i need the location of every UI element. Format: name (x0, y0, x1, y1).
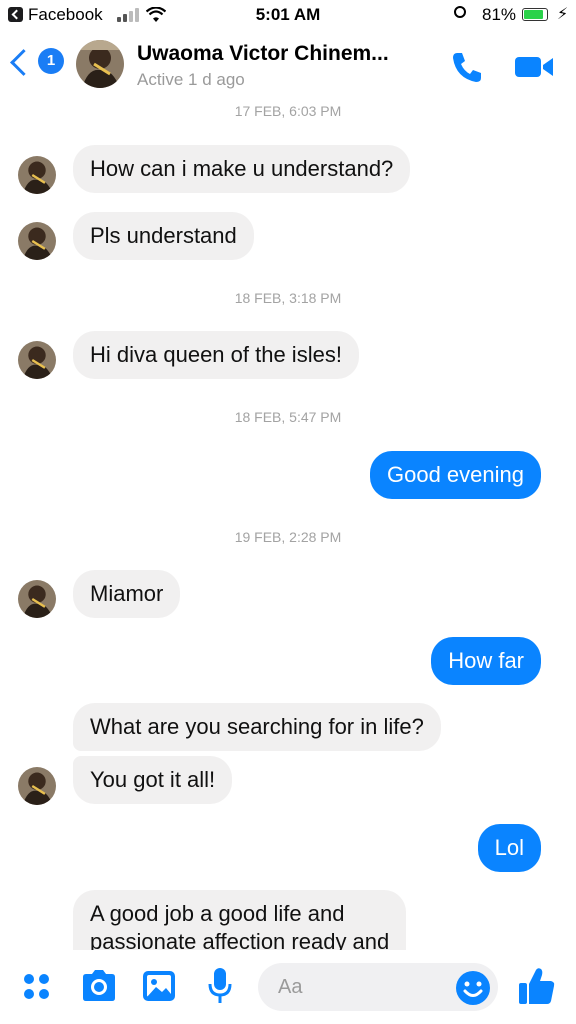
timestamp: 19 FEB, 2:28 PM (234, 529, 342, 545)
battery-percent: 81% (482, 5, 517, 24)
timestamp: 18 FEB, 3:18 PM (234, 290, 342, 306)
incoming-message[interactable]: How can i make u understand? (73, 145, 411, 193)
unread-count-badge: 1 (38, 48, 64, 74)
incoming-message[interactable]: Pls understand (73, 212, 254, 260)
charging-bolt-icon: ⚡ (557, 6, 569, 23)
chevron-left-icon (10, 49, 37, 76)
outgoing-message[interactable]: Good evening (370, 451, 541, 499)
sender-avatar[interactable] (18, 156, 56, 194)
incoming-message[interactable]: Miamor (73, 570, 181, 618)
active-status: Active 1 d ago (137, 70, 245, 89)
contact-name[interactable]: Uwaoma Victor Chinem... (137, 42, 389, 66)
gallery-icon[interactable] (142, 970, 176, 1002)
timestamp: 17 FEB, 6:03 PM (234, 103, 342, 119)
apps-icon[interactable] (22, 972, 52, 1002)
mic-icon[interactable] (207, 967, 233, 1005)
sender-avatar[interactable] (18, 222, 56, 260)
message-input-placeholder: Aa (278, 976, 303, 998)
composer-bar: Aa (0, 950, 576, 1024)
contact-avatar[interactable] (76, 40, 124, 88)
battery-icon (522, 8, 548, 21)
outgoing-message[interactable]: Lol (477, 824, 541, 872)
incoming-message[interactable]: Hi diva queen of the isles! (73, 331, 359, 379)
outgoing-message[interactable]: How far (431, 637, 541, 685)
sender-avatar[interactable] (18, 341, 56, 379)
like-icon[interactable] (517, 966, 557, 1006)
phone-call-icon[interactable] (448, 48, 486, 86)
conversation-header: 1 Uwaoma Victor Chinem... Active 1 d ago (0, 30, 576, 96)
message-line: A good job a good life and (90, 901, 345, 926)
sender-avatar[interactable] (18, 580, 56, 618)
emoji-icon[interactable] (455, 970, 491, 1006)
camera-icon[interactable] (80, 969, 118, 1003)
status-bar: Facebook 5:01 AM 81% ⚡ (0, 0, 576, 30)
sender-avatar[interactable] (18, 767, 56, 805)
timestamp: 18 FEB, 5:47 PM (234, 409, 342, 425)
orientation-lock-icon (454, 6, 466, 18)
video-call-icon[interactable] (513, 52, 555, 82)
incoming-message[interactable]: You got it all! (73, 756, 233, 804)
back-button[interactable]: 1 (10, 48, 64, 82)
incoming-message[interactable]: What are you searching for in life? (73, 703, 441, 751)
